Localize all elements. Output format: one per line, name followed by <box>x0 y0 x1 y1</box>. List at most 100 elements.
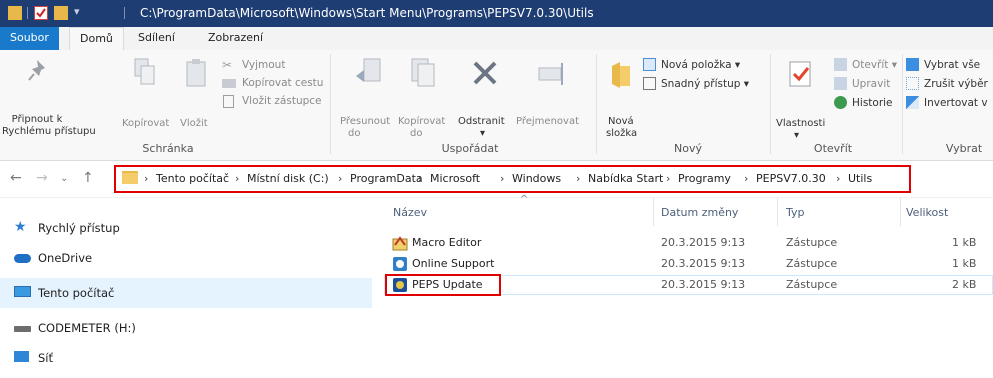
tab-view[interactable]: Zobrazení <box>198 27 273 50</box>
group-label-select: Vybrat <box>945 142 983 155</box>
column-separator[interactable] <box>777 198 778 226</box>
pin-quick-access-button[interactable]: Připnout k Rychlému přístupu <box>2 56 96 137</box>
window-title: C:\ProgramData\Microsoft\Windows\Start M… <box>140 6 594 20</box>
move-to-button[interactable]: Přesunout do <box>340 56 396 139</box>
copy-to-button[interactable]: Kopírovat do <box>398 56 450 139</box>
breadcrumb-item[interactable]: Windows <box>512 172 561 185</box>
delete-dropdown-icon[interactable]: ▾ <box>480 128 485 140</box>
chevron-right-icon[interactable]: › <box>418 172 422 185</box>
invert-selection-label: Invertovat v <box>924 97 988 109</box>
copy-label: Kopírovat <box>122 118 170 129</box>
chevron-right-icon[interactable]: › <box>144 172 148 185</box>
tab-file[interactable]: Soubor <box>0 27 59 50</box>
easy-access-icon <box>643 77 656 90</box>
new-item-label: Nová položka ▾ <box>661 59 741 71</box>
nav-item-label: Tento počítač <box>38 286 115 300</box>
copy-button[interactable]: Kopírovat <box>122 56 170 136</box>
file-size: 1 kB <box>952 236 977 249</box>
chevron-right-icon[interactable]: › <box>744 172 748 185</box>
up-arrow-icon[interactable]: ↑ <box>82 170 94 186</box>
file-type: Zástupce <box>786 236 838 249</box>
breadcrumb-item[interactable]: Programy <box>678 172 731 185</box>
column-header-size[interactable]: Velikost <box>906 206 948 219</box>
tab-share[interactable]: Sdílení <box>128 27 185 50</box>
paste-button[interactable]: Vložit <box>180 56 216 136</box>
table-row[interactable]: Online Support 20.3.2015 9:13 Zástupce 1… <box>384 254 993 274</box>
group-label-new: Nový <box>674 142 702 155</box>
sort-ascending-icon: ^ <box>520 194 529 205</box>
group-label-organize: Uspořádat <box>441 142 499 155</box>
move-to-label-1: Přesunout <box>340 116 391 127</box>
rename-button[interactable]: Přejmenovat <box>512 56 588 136</box>
breadcrumb-item[interactable]: Místní disk (C:) <box>247 172 329 185</box>
file-type: Zástupce <box>786 257 838 270</box>
breadcrumb-item[interactable]: Utils <box>848 172 872 185</box>
chevron-right-icon[interactable]: › <box>500 172 504 185</box>
paste-shortcut-label: Vložit zástupce <box>242 95 322 107</box>
customize-toolbar-icon[interactable]: ▾ <box>74 5 80 18</box>
nav-item-quick-access[interactable]: ★ Rychlý přístup <box>0 213 372 243</box>
ribbon: Připnout k Rychlému přístupu Kopírovat V… <box>0 50 993 161</box>
nav-item-network[interactable]: Síť <box>0 343 372 373</box>
column-header-type[interactable]: Typ <box>786 206 805 219</box>
delete-button[interactable]: Odstranit ▾ <box>458 56 514 139</box>
nav-item-label: Síť <box>38 351 54 365</box>
separator <box>124 7 125 19</box>
group-label-clipboard: Schránka <box>142 142 194 155</box>
file-date: 20.3.2015 9:13 <box>661 236 746 249</box>
select-none-label: Zrušit výběr <box>924 78 988 90</box>
table-row[interactable]: Macro Editor 20.3.2015 9:13 Zástupce 1 k… <box>384 233 993 253</box>
chevron-right-icon[interactable]: › <box>576 172 580 185</box>
properties-dropdown-icon[interactable]: ▾ <box>794 130 799 142</box>
new-folder-button[interactable]: Nová složka <box>602 56 644 139</box>
back-arrow-icon[interactable]: ← <box>10 170 22 186</box>
properties-icon <box>789 61 811 87</box>
chevron-right-icon[interactable]: › <box>836 172 840 185</box>
pin-label-1: Připnout k <box>11 114 63 125</box>
pin-label-2: Rychlému přístupu <box>2 126 96 137</box>
nav-item-this-pc[interactable]: Tento počítač <box>0 278 372 308</box>
star-icon: ★ <box>14 219 27 235</box>
nav-item-codemeter[interactable]: CODEMETER (H:) <box>0 313 372 343</box>
separator <box>27 7 28 19</box>
recent-locations-icon[interactable]: ⌄ <box>60 173 68 184</box>
properties-label: Vlastnosti <box>776 118 826 129</box>
edit-label: Upravit <box>852 78 891 90</box>
column-separator[interactable] <box>900 198 901 226</box>
column-header-date[interactable]: Datum změny <box>661 206 738 219</box>
cloud-icon <box>14 254 31 263</box>
properties-button[interactable]: Vlastnosti ▾ <box>776 56 826 141</box>
macro-editor-icon <box>392 235 408 251</box>
scissors-icon: ✂ <box>222 58 233 72</box>
pin-icon <box>28 60 45 81</box>
breadcrumb-item[interactable]: ProgramData <box>350 172 423 185</box>
nav-item-label: Rychlý přístup <box>38 221 120 235</box>
delete-label: Odstranit <box>458 116 505 127</box>
chevron-right-icon[interactable]: › <box>235 172 239 185</box>
forward-arrow-icon[interactable]: → <box>36 170 48 186</box>
breadcrumb-item[interactable]: Tento počítač <box>156 172 229 185</box>
rename-label: Přejmenovat <box>516 116 579 127</box>
new-folder-label-2: složka <box>606 128 638 139</box>
breadcrumb-item[interactable]: PEPSV7.0.30 <box>756 172 826 185</box>
group-label-open: Otevřít <box>813 142 853 155</box>
chevron-right-icon[interactable]: › <box>338 172 342 185</box>
properties-quick-icon[interactable] <box>34 6 48 20</box>
column-separator[interactable] <box>653 198 654 226</box>
tab-home[interactable]: Domů <box>69 27 124 51</box>
new-folder-quick-icon[interactable] <box>54 6 68 20</box>
highlight-box <box>385 274 501 296</box>
new-folder-label-1: Nová <box>608 116 634 127</box>
computer-icon <box>14 286 31 297</box>
column-header-name[interactable]: Název <box>393 206 427 219</box>
history-icon <box>834 96 847 109</box>
breadcrumb-item[interactable]: Nabídka Start <box>588 172 663 185</box>
file-date: 20.3.2015 9:13 <box>661 278 746 291</box>
breadcrumb-item[interactable]: Microsoft <box>430 172 480 185</box>
nav-item-onedrive[interactable]: OneDrive <box>0 243 372 273</box>
chevron-right-icon[interactable]: › <box>666 172 670 185</box>
cut-label: Vyjmout <box>242 59 286 71</box>
file-name: Online Support <box>412 257 495 270</box>
select-all-label: Vybrat vše <box>924 59 981 71</box>
file-size: 2 kB <box>952 278 977 291</box>
